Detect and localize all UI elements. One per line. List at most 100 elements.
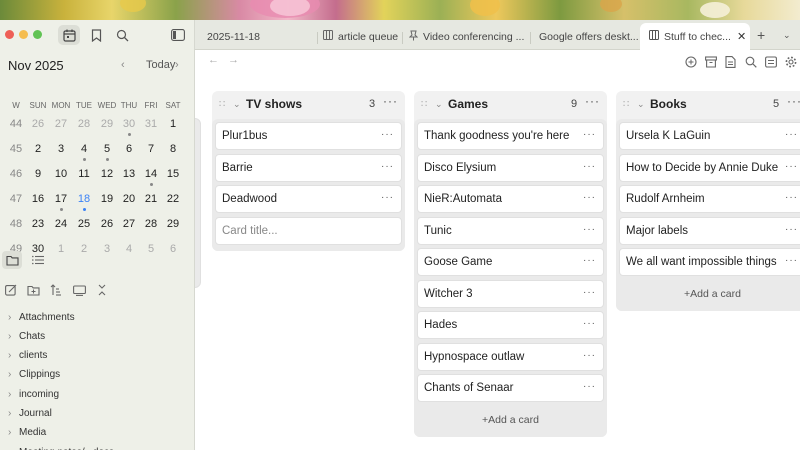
folder-item[interactable]: › incoming <box>8 386 59 402</box>
more-options-icon[interactable]: ··· <box>383 94 398 108</box>
add-card-button[interactable]: +Add a card <box>619 280 800 308</box>
window-minimize-control[interactable] <box>19 30 28 39</box>
display-icon[interactable] <box>69 281 89 299</box>
calendar-day[interactable]: 2 <box>27 143 49 155</box>
card-more-icon[interactable]: ··· <box>583 287 596 298</box>
tab-google-offers[interactable]: Google offers deskt... <box>539 23 639 50</box>
week-number[interactable]: 46 <box>5 168 27 180</box>
tab-stuff-to-check[interactable]: Stuff to chec... ✕ <box>640 23 750 50</box>
calendar-day[interactable]: 5 <box>140 243 162 255</box>
kanban-card[interactable]: Hypnospace outlaw ··· <box>417 342 604 371</box>
close-icon[interactable]: ✕ <box>737 30 746 43</box>
board-view-icon[interactable] <box>764 55 777 68</box>
search-icon[interactable] <box>111 25 133 45</box>
calendar-day[interactable]: 30 <box>118 118 140 130</box>
card-more-icon[interactable]: ··· <box>583 161 596 172</box>
kanban-card[interactable]: Hades ··· <box>417 311 604 339</box>
calendar-day[interactable]: 5 <box>96 143 118 155</box>
week-number[interactable]: 47 <box>5 193 27 205</box>
card-more-icon[interactable]: ··· <box>583 129 596 140</box>
card-more-icon[interactable]: ··· <box>785 129 798 140</box>
card-more-icon[interactable]: ··· <box>583 192 596 203</box>
card-more-icon[interactable]: ··· <box>583 255 596 266</box>
kanban-card[interactable]: How to Decide by Annie Duke ··· <box>619 153 800 182</box>
tab-video-conferencing[interactable]: Video conferencing ... <box>407 23 534 50</box>
kanban-card[interactable]: Witcher 3 ··· <box>417 279 604 308</box>
calendar-day[interactable]: 18 <box>73 193 95 205</box>
tab-2025-11-18[interactable]: 2025-11-18 <box>207 23 317 50</box>
more-options-icon[interactable]: ··· <box>585 94 600 108</box>
calendar-day[interactable]: 13 <box>118 168 140 180</box>
calendar-day[interactable]: 1 <box>50 243 72 255</box>
settings-gear-icon[interactable] <box>784 55 797 68</box>
tab-article-queue[interactable]: article queue <box>322 23 420 50</box>
calendar-day[interactable]: 21 <box>140 193 162 205</box>
card-more-icon[interactable]: ··· <box>785 255 798 266</box>
folder-item[interactable]: › Attachments <box>8 309 75 325</box>
kanban-card[interactable]: Major labels ··· <box>619 216 800 245</box>
week-number[interactable]: 44 <box>5 118 27 130</box>
folder-item[interactable]: › Clippings <box>8 367 60 383</box>
files-view-icon[interactable] <box>2 251 22 269</box>
calendar-day[interactable]: 28 <box>73 118 95 130</box>
kanban-card[interactable]: Thank goodness you're here ··· <box>417 122 604 150</box>
list-view-icon[interactable] <box>28 251 48 269</box>
card-more-icon[interactable]: ··· <box>583 318 596 329</box>
calendar-day[interactable]: 6 <box>162 243 184 255</box>
calendar-day[interactable]: 14 <box>140 168 162 180</box>
calendar-day[interactable]: 27 <box>118 218 140 230</box>
card-more-icon[interactable]: ··· <box>785 192 798 203</box>
week-number[interactable]: 48 <box>5 218 27 230</box>
card-more-icon[interactable]: ··· <box>785 161 798 172</box>
folder-item[interactable]: › clients <box>8 348 47 364</box>
folder-item[interactable]: › Media <box>8 425 46 441</box>
new-tab-icon[interactable]: + <box>757 26 765 44</box>
calendar-day[interactable]: 6 <box>118 143 140 155</box>
calendar-day[interactable]: 29 <box>162 218 184 230</box>
calendar-day[interactable]: 3 <box>96 243 118 255</box>
card-more-icon[interactable]: ··· <box>381 192 394 203</box>
calendar-day[interactable]: 25 <box>73 218 95 230</box>
kanban-card[interactable]: Disco Elysium ··· <box>417 153 604 182</box>
calendar-day[interactable]: 26 <box>27 118 49 130</box>
chevron-down-icon[interactable]: ⌄ <box>637 99 645 110</box>
folder-item[interactable]: › Chats <box>8 328 45 344</box>
kanban-card[interactable]: Goose Game ··· <box>417 248 604 276</box>
drag-handle-icon[interactable]: ∷ <box>219 99 226 110</box>
bookmark-icon[interactable] <box>85 25 107 45</box>
card-more-icon[interactable]: ··· <box>381 129 394 140</box>
kanban-card[interactable]: Barrie ··· <box>215 153 402 182</box>
window-close-control[interactable] <box>5 30 14 39</box>
card-more-icon[interactable]: ··· <box>583 381 596 392</box>
next-month-icon[interactable]: › <box>175 59 179 71</box>
today-button[interactable]: Today <box>146 59 175 71</box>
kanban-card[interactable]: Chants of Senaar ··· <box>417 374 604 402</box>
calendar-icon[interactable] <box>58 25 80 45</box>
add-card-button[interactable]: +Add a card <box>417 406 604 434</box>
calendar-day[interactable]: 19 <box>96 193 118 205</box>
card-more-icon[interactable]: ··· <box>785 224 798 235</box>
tab-list-chevron-icon[interactable]: ⌄ <box>783 28 791 42</box>
kanban-card[interactable]: Rudolf Arnheim ··· <box>619 185 800 213</box>
calendar-day[interactable]: 22 <box>162 193 184 205</box>
back-arrow-icon[interactable]: ← <box>208 54 219 66</box>
kanban-card[interactable]: NieR:Automata ··· <box>417 185 604 213</box>
card-more-icon[interactable]: ··· <box>583 350 596 361</box>
calendar-day[interactable]: 28 <box>140 218 162 230</box>
calendar-day[interactable]: 7 <box>140 143 162 155</box>
chevron-down-icon[interactable]: ⌄ <box>435 99 443 110</box>
open-as-markdown-icon[interactable] <box>724 55 737 68</box>
collapse-all-icon[interactable] <box>92 281 112 299</box>
calendar-day[interactable]: 1 <box>162 118 184 130</box>
calendar-day[interactable]: 15 <box>162 168 184 180</box>
calendar-day[interactable]: 27 <box>50 118 72 130</box>
previous-month-icon[interactable]: ‹ <box>121 59 125 71</box>
card-title-input[interactable]: Card title... <box>215 216 402 245</box>
kanban-card[interactable]: We all want impossible things ··· <box>619 248 800 276</box>
chevron-down-icon[interactable]: ⌄ <box>233 99 241 110</box>
more-options-icon[interactable]: ··· <box>787 94 800 108</box>
drag-handle-icon[interactable]: ∷ <box>623 99 630 110</box>
calendar-day[interactable]: 12 <box>96 168 118 180</box>
calendar-day[interactable]: 4 <box>73 143 95 155</box>
forward-arrow-icon[interactable]: → <box>228 54 239 66</box>
